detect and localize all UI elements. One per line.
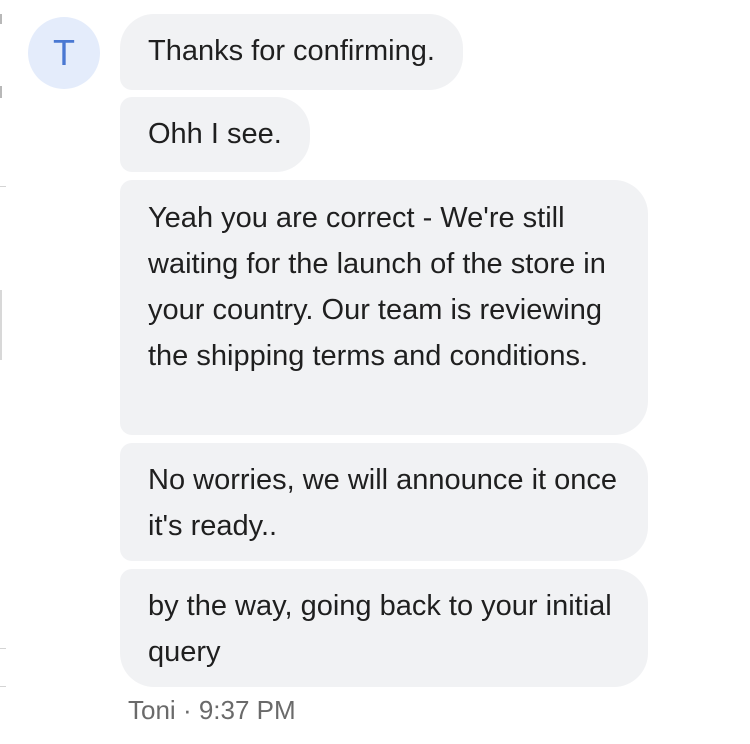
message-text: Yeah you are correct - We're still waiti…: [148, 202, 606, 372]
message-bubble[interactable]: Ohh I see.: [120, 97, 310, 172]
edge-divider: [0, 686, 6, 687]
edge-divider: [0, 186, 6, 187]
edge-scroll-segment: [0, 290, 2, 360]
edge-mark: [0, 86, 2, 98]
edge-mark: [0, 14, 2, 24]
message-bubble[interactable]: No worries, we will announce it once it'…: [120, 443, 648, 561]
window-left-edge: [0, 0, 6, 744]
meta-separator: ·: [182, 695, 192, 725]
message-bubble[interactable]: Thanks for confirming.: [120, 14, 463, 90]
message-text: by the way, going back to your initial q…: [148, 590, 612, 668]
message-time: 9:37 PM: [198, 695, 296, 725]
message-bubble[interactable]: Yeah you are correct - We're still waiti…: [120, 180, 648, 435]
avatar-initial: T: [53, 32, 75, 73]
sender-name: Toni: [128, 695, 176, 725]
message-bubble[interactable]: by the way, going back to your initial q…: [120, 569, 648, 687]
sender-avatar[interactable]: T: [28, 17, 100, 89]
message-meta: Toni · 9:37 PM: [128, 692, 296, 728]
message-text: Ohh I see.: [148, 118, 282, 150]
message-text: Thanks for confirming.: [148, 35, 435, 67]
edge-divider: [0, 648, 6, 649]
message-text: No worries, we will announce it once it'…: [148, 464, 618, 542]
